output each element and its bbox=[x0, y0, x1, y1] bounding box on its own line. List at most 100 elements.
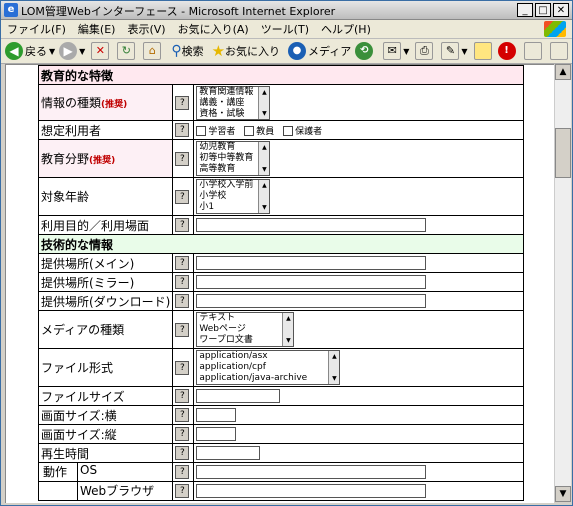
page-icon-2[interactable] bbox=[549, 42, 568, 60]
section-row-edu: 教育的な特徴 bbox=[38, 65, 524, 85]
media-type-listbox[interactable]: テキスト Webページ ワープロ文書 ▲ ▼ bbox=[196, 312, 295, 347]
loc-main-input[interactable] bbox=[196, 256, 427, 270]
back-button[interactable]: ◀ 戻る ▼ bbox=[5, 42, 55, 60]
scroll-up-icon[interactable]: ▲ bbox=[259, 180, 269, 191]
field-label-purpose: 利用目的／利用場面 bbox=[37, 215, 174, 235]
minimize-button[interactable]: _ bbox=[517, 3, 533, 17]
help-button[interactable]: ? bbox=[175, 294, 190, 308]
refresh-icon[interactable]: ↻ bbox=[117, 42, 136, 60]
list-option[interactable]: テキスト bbox=[199, 313, 280, 324]
scroll-down-icon[interactable]: ▼ bbox=[555, 486, 571, 502]
edit-dropdown-icon[interactable]: ▼ bbox=[461, 47, 467, 56]
help-button[interactable]: ? bbox=[175, 427, 190, 441]
loc-download-input[interactable] bbox=[196, 294, 427, 308]
checkbox-guardian[interactable] bbox=[283, 125, 294, 136]
scroll-down-icon[interactable]: ▼ bbox=[259, 108, 269, 119]
listbox-scrollbar[interactable]: ▲ ▼ bbox=[258, 86, 270, 119]
help-button[interactable]: ? bbox=[175, 322, 190, 337]
list-option[interactable]: Webページ bbox=[199, 324, 280, 335]
forward-button[interactable]: ▶ ▼ bbox=[59, 42, 85, 60]
help-button[interactable]: ? bbox=[175, 256, 190, 270]
history-icon[interactable]: ⟲ bbox=[355, 42, 374, 60]
scroll-up-icon[interactable]: ▲ bbox=[259, 87, 269, 98]
list-option[interactable]: ワープロ文書 bbox=[199, 335, 280, 346]
help-button[interactable]: ? bbox=[175, 123, 190, 137]
edit-icon[interactable]: ✎ bbox=[441, 42, 460, 60]
stop-icon[interactable]: ✕ bbox=[91, 42, 110, 60]
page-scrollbar[interactable]: ▲ ▼ bbox=[554, 64, 571, 502]
listbox-scrollbar[interactable]: ▲ ▼ bbox=[328, 351, 340, 384]
scroll-down-icon[interactable]: ▼ bbox=[259, 202, 269, 213]
scroll-down-icon[interactable]: ▼ bbox=[283, 335, 293, 346]
scroll-up-icon[interactable]: ▲ bbox=[283, 313, 293, 324]
page-icon-1[interactable] bbox=[523, 42, 542, 60]
os-input[interactable] bbox=[196, 465, 427, 479]
list-option[interactable]: 初等中等教育 bbox=[199, 153, 256, 164]
help-button[interactable]: ? bbox=[175, 95, 190, 110]
listbox-scrollbar[interactable]: ▲ ▼ bbox=[282, 313, 294, 346]
menu-file[interactable]: ファイル(F) bbox=[1, 21, 72, 37]
target-age-listbox[interactable]: 小学校入学前 小学校 小1 ▲ ▼ bbox=[196, 179, 271, 214]
purpose-input[interactable] bbox=[196, 218, 427, 232]
scroll-up-icon[interactable]: ▲ bbox=[329, 351, 339, 362]
help-button[interactable]: ? bbox=[175, 446, 190, 460]
list-option[interactable]: 教育関連情報 bbox=[199, 87, 256, 98]
list-option[interactable]: 講義・講座 bbox=[199, 98, 256, 109]
list-option[interactable]: application/cpf bbox=[199, 362, 326, 373]
list-option[interactable]: 小学校入学前 bbox=[199, 180, 256, 191]
search-button[interactable]: ⚲ 検索 bbox=[171, 43, 203, 59]
favorites-button[interactable]: ★ お気に入り bbox=[212, 42, 280, 60]
help-button[interactable]: ? bbox=[175, 389, 190, 403]
list-option[interactable]: application/java-archive bbox=[199, 373, 326, 384]
file-size-input[interactable] bbox=[196, 389, 281, 403]
print-icon[interactable]: ⎙ bbox=[415, 42, 434, 60]
alert-icon[interactable]: ! bbox=[497, 42, 516, 60]
list-option[interactable]: 小1 bbox=[199, 202, 256, 213]
list-option[interactable]: 幼児教育 bbox=[199, 142, 256, 153]
list-option[interactable]: 高等教育 bbox=[199, 164, 256, 175]
listbox-scrollbar[interactable]: ▲ ▼ bbox=[258, 180, 270, 213]
screen-width-input[interactable] bbox=[196, 408, 237, 422]
menu-view[interactable]: 表示(V) bbox=[121, 21, 171, 37]
screen-height-input[interactable] bbox=[196, 427, 237, 441]
media-button[interactable]: ● メディア bbox=[288, 42, 351, 60]
help-button[interactable]: ? bbox=[175, 151, 190, 166]
maximize-button[interactable]: □ bbox=[535, 3, 551, 17]
help-button[interactable]: ? bbox=[175, 189, 190, 204]
scroll-up-icon[interactable]: ▲ bbox=[555, 64, 571, 80]
close-button[interactable]: ✕ bbox=[553, 3, 569, 17]
list-option[interactable]: 資格・試験 bbox=[199, 109, 256, 120]
listbox-scrollbar[interactable]: ▲ ▼ bbox=[258, 142, 270, 175]
help-button[interactable]: ? bbox=[175, 218, 190, 232]
help-button[interactable]: ? bbox=[175, 275, 190, 289]
scroll-up-icon[interactable]: ▲ bbox=[259, 142, 269, 153]
value-cell bbox=[193, 462, 524, 482]
browser-input[interactable] bbox=[196, 484, 427, 498]
menu-tools[interactable]: ツール(T) bbox=[255, 21, 315, 37]
checkbox-learner[interactable] bbox=[196, 125, 207, 136]
scroll-down-icon[interactable]: ▼ bbox=[329, 373, 339, 384]
list-option[interactable]: application/asx bbox=[199, 351, 326, 362]
scroll-down-icon[interactable]: ▼ bbox=[259, 164, 269, 175]
field-label-screen-h: 画面サイズ:縦 bbox=[37, 424, 174, 444]
help-button[interactable]: ? bbox=[175, 360, 190, 375]
mail-icon[interactable]: ✉ bbox=[383, 42, 402, 60]
play-time-input[interactable] bbox=[196, 446, 261, 460]
checkbox-label: 教員 bbox=[256, 127, 275, 137]
menu-favorites[interactable]: お気に入り(A) bbox=[172, 21, 255, 37]
list-option[interactable]: 小学校 bbox=[199, 191, 256, 202]
help-button[interactable]: ? bbox=[175, 408, 190, 422]
info-type-listbox[interactable]: 教育関連情報 講義・講座 資格・試験 ▲ ▼ bbox=[196, 85, 271, 120]
edu-field-listbox[interactable]: 幼児教育 初等中等教育 高等教育 ▲ ▼ bbox=[196, 141, 271, 176]
checkbox-teacher[interactable] bbox=[244, 125, 255, 136]
menu-edit[interactable]: 編集(E) bbox=[72, 21, 122, 37]
loc-mirror-input[interactable] bbox=[196, 275, 427, 289]
home-icon[interactable]: ⌂ bbox=[143, 42, 162, 60]
menu-help[interactable]: ヘルプ(H) bbox=[315, 21, 377, 37]
help-button[interactable]: ? bbox=[175, 465, 190, 479]
scroll-thumb[interactable] bbox=[555, 128, 571, 178]
help-button[interactable]: ? bbox=[175, 484, 190, 498]
mail-dropdown-icon[interactable]: ▼ bbox=[403, 47, 409, 56]
file-format-listbox[interactable]: application/asx application/cpf applicat… bbox=[196, 350, 341, 385]
discuss-icon[interactable] bbox=[473, 42, 492, 60]
